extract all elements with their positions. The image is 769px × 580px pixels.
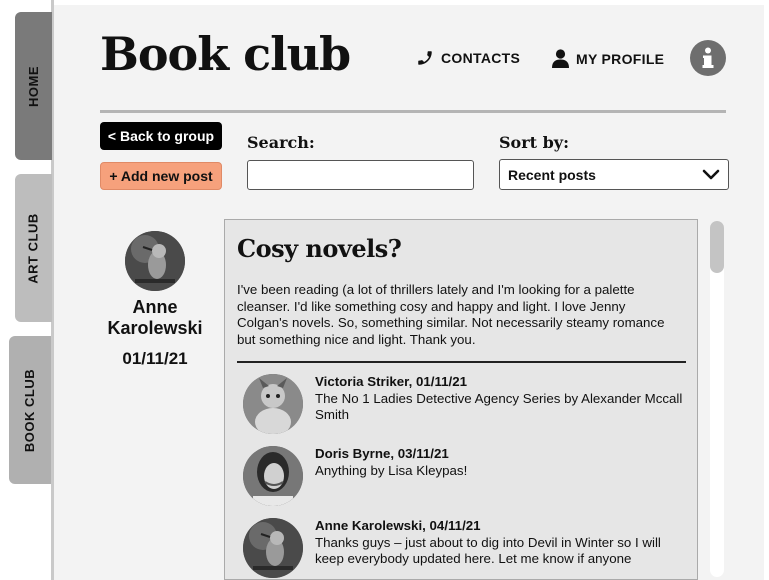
avatar[interactable] <box>243 518 303 578</box>
comment-author: Anne Karolewski, 04/11/21 <box>315 518 481 533</box>
sort-selected-value: Recent posts <box>508 166 596 183</box>
tab-home-label: HOME <box>26 65 41 107</box>
search-label: Search: <box>247 133 315 152</box>
phone-icon <box>418 51 432 65</box>
avatar[interactable] <box>243 446 303 506</box>
post-title: Cosy novels? <box>237 234 402 263</box>
my-profile-label: MY PROFILE <box>576 50 665 67</box>
contacts-label: CONTACTS <box>441 50 521 66</box>
my-profile-link[interactable]: MY PROFILE <box>552 49 664 68</box>
scrollbar-track[interactable] <box>710 221 724 577</box>
user-icon <box>552 49 569 68</box>
search-input[interactable] <box>247 160 474 190</box>
chevron-down-icon <box>702 169 720 179</box>
post-date: 01/11/21 <box>122 349 188 368</box>
contacts-link[interactable]: CONTACTS <box>416 49 520 67</box>
tab-home[interactable]: HOME <box>15 12 52 160</box>
comment-author: Doris Byrne, 03/11/21 <box>315 446 449 461</box>
avatar[interactable] <box>125 231 185 291</box>
page-title: Book club <box>100 27 351 81</box>
main-panel: Book club CONTACTS MY PROFILE < Back to … <box>54 5 764 580</box>
sort-label: Sort by: <box>499 133 570 152</box>
post-author: Anne Karolewski 01/11/21 <box>100 231 210 369</box>
tab-art-club[interactable]: ART CLUB <box>15 174 52 322</box>
comment-text: Anything by Lisa Kleypas! <box>315 462 468 478</box>
side-tab-bar: HOME ART CLUB BOOK CLUB <box>0 0 54 580</box>
tab-book-club-label: BOOK CLUB <box>22 368 38 452</box>
back-to-group-button[interactable]: < Back to group <box>100 122 222 150</box>
comment-item: Victoria Striker, 01/11/21 The No 1 Ladi… <box>243 374 683 434</box>
add-new-post-button[interactable]: + Add new post <box>100 162 222 190</box>
tab-book-club[interactable]: BOOK CLUB <box>9 336 51 484</box>
comment-text: The No 1 Ladies Detective Agency Series … <box>315 390 683 423</box>
comment-text: Thanks guys – just about to dig into Dev… <box>315 534 661 567</box>
post-divider <box>237 361 686 363</box>
info-icon <box>702 47 714 68</box>
post-card: Cosy novels? I've been reading (a lot of… <box>224 219 698 580</box>
info-button[interactable] <box>690 40 726 76</box>
comment-item: Doris Byrne, 03/11/21 Anything by Lisa K… <box>243 446 683 506</box>
post-body: I've been reading (a lot of thrillers la… <box>237 282 665 347</box>
tab-art-club-label: ART CLUB <box>26 212 41 284</box>
avatar[interactable] <box>243 374 303 434</box>
author-name[interactable]: Anne Karolewski <box>100 297 210 339</box>
comment-item: Anne Karolewski, 04/11/21 Thanks guys – … <box>243 518 683 578</box>
scrollbar-thumb[interactable] <box>710 221 724 273</box>
header-divider <box>100 110 726 113</box>
comment-author: Victoria Striker, 01/11/21 <box>315 374 468 389</box>
sort-select[interactable]: Recent posts <box>499 159 729 190</box>
